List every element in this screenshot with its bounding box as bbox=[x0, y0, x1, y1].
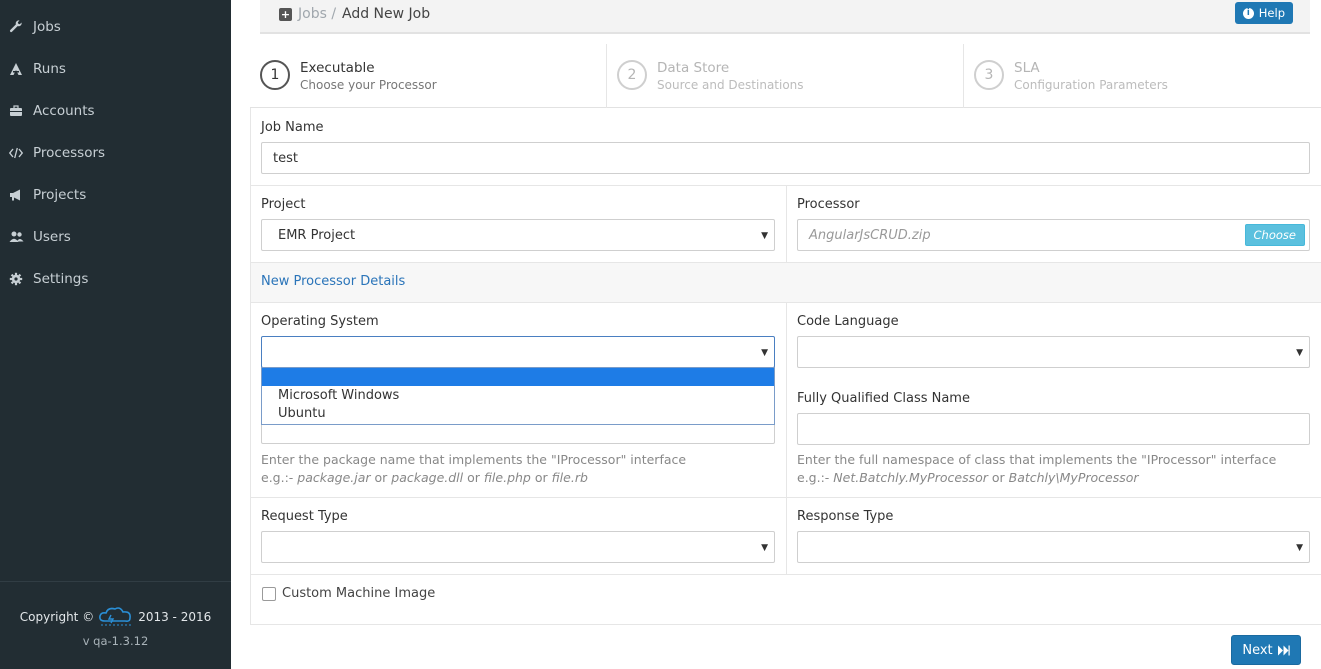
caret-down-icon: ▼ bbox=[1296, 348, 1303, 358]
column-divider bbox=[786, 186, 787, 262]
sidebar-item-label: Accounts bbox=[33, 103, 95, 119]
code-language-label: Code Language bbox=[797, 314, 899, 329]
code-icon bbox=[8, 145, 24, 161]
caret-down-icon: ▼ bbox=[761, 543, 768, 553]
sidebar-item-accounts[interactable]: Accounts bbox=[0, 90, 231, 132]
breadcrumb: + Jobs / Add New Job i Help bbox=[260, 0, 1310, 34]
caret-down-icon: ▼ bbox=[761, 231, 768, 241]
os-option-blank[interactable] bbox=[262, 368, 774, 386]
package-help-line: Enter the package name that implements t… bbox=[261, 452, 687, 467]
new-processor-details-heading[interactable]: New Processor Details bbox=[261, 274, 405, 289]
sidebar-item-label: Processors bbox=[33, 145, 106, 161]
runner-icon bbox=[8, 61, 24, 77]
next-button[interactable]: Next bbox=[1231, 635, 1301, 665]
sidebar: Jobs Runs Accounts Processors Projects U… bbox=[0, 0, 231, 669]
sidebar-item-settings[interactable]: Settings bbox=[0, 258, 231, 300]
row-divider bbox=[250, 574, 1321, 575]
step-title: Data Store bbox=[657, 60, 730, 76]
fqcn-help-line: Enter the full namespace of class that i… bbox=[797, 452, 1277, 467]
job-name-label: Job Name bbox=[261, 120, 324, 135]
cloud-logo-icon bbox=[96, 606, 136, 628]
os-option-windows[interactable]: Microsoft Windows bbox=[262, 387, 774, 405]
wizard-step-data-store[interactable]: 2 Data Store Source and Destinations bbox=[607, 44, 963, 108]
sidebar-item-runs[interactable]: Runs bbox=[0, 48, 231, 90]
next-label: Next bbox=[1242, 642, 1273, 658]
sidebar-item-processors[interactable]: Processors bbox=[0, 132, 231, 174]
step-subtitle: Choose your Processor bbox=[300, 78, 437, 92]
os-dropdown-list: Microsoft Windows Ubuntu bbox=[261, 367, 775, 425]
processor-file-input[interactable]: AngularJsCRUD.zip Choose bbox=[797, 219, 1310, 251]
users-icon bbox=[8, 229, 24, 245]
section-shade bbox=[251, 262, 1321, 302]
fqcn-input[interactable] bbox=[797, 413, 1310, 445]
sidebar-item-label: Settings bbox=[33, 271, 89, 287]
wizard-step-executable[interactable]: 1 Executable Choose your Processor bbox=[250, 44, 606, 108]
choose-label: Choose bbox=[1253, 228, 1296, 242]
copyright-years: 2013 - 2016 bbox=[138, 610, 212, 624]
help-label: Help bbox=[1258, 6, 1285, 20]
step-title: Executable bbox=[300, 60, 375, 76]
package-help-examples: e.g.:- package.jar or package.dll or fil… bbox=[261, 470, 588, 485]
wrench-icon bbox=[8, 19, 24, 35]
project-value: EMR Project bbox=[278, 227, 356, 243]
sidebar-item-projects[interactable]: Projects bbox=[0, 174, 231, 216]
breadcrumb-jobs-link[interactable]: Jobs / bbox=[298, 6, 336, 22]
sidebar-divider bbox=[0, 581, 231, 582]
sidebar-item-jobs[interactable]: Jobs bbox=[0, 6, 231, 48]
request-type-select[interactable]: ▼ bbox=[261, 531, 775, 563]
custom-machine-image-label[interactable]: Custom Machine Image bbox=[282, 586, 435, 601]
job-name-value: test bbox=[273, 150, 298, 166]
column-divider bbox=[786, 303, 787, 574]
custom-machine-image-checkbox[interactable] bbox=[262, 587, 276, 601]
step-number: 2 bbox=[617, 60, 647, 90]
response-type-select[interactable]: ▼ bbox=[797, 531, 1310, 563]
copyright-prefix: Copyright © bbox=[19, 610, 95, 624]
bullhorn-icon bbox=[8, 187, 24, 203]
job-name-input[interactable]: test bbox=[261, 142, 1310, 174]
page-title: Add New Job bbox=[342, 6, 431, 22]
caret-down-icon: ▼ bbox=[761, 348, 768, 358]
processor-label: Processor bbox=[797, 197, 860, 212]
help-button[interactable]: i Help bbox=[1234, 2, 1293, 24]
sidebar-item-label: Projects bbox=[33, 187, 87, 203]
project-select[interactable]: EMR Project ▼ bbox=[261, 219, 775, 251]
step-subtitle: Configuration Parameters bbox=[1014, 78, 1168, 92]
step-number: 3 bbox=[974, 60, 1004, 90]
os-option-ubuntu[interactable]: Ubuntu bbox=[262, 405, 774, 423]
package-help-text: Enter the package name that implements t… bbox=[261, 451, 686, 487]
sidebar-item-users[interactable]: Users bbox=[0, 216, 231, 258]
project-label: Project bbox=[261, 197, 306, 212]
os-label: Operating System bbox=[261, 314, 379, 329]
copyright: Copyright © 2013 - 2016 bbox=[0, 606, 231, 628]
code-language-select[interactable]: ▼ bbox=[797, 336, 1310, 368]
response-type-label: Response Type bbox=[797, 509, 894, 524]
info-icon: i bbox=[1242, 7, 1254, 19]
sidebar-item-label: Jobs bbox=[33, 19, 61, 35]
plus-square-icon: + bbox=[279, 8, 292, 21]
choose-file-button[interactable]: Choose bbox=[1244, 224, 1305, 246]
fqcn-label: Fully Qualified Class Name bbox=[797, 391, 970, 406]
processor-file-value: AngularJsCRUD.zip bbox=[809, 227, 931, 243]
version-label: v qa-1.3.12 bbox=[82, 634, 149, 648]
wizard-step-sla[interactable]: 3 SLA Configuration Parameters bbox=[964, 44, 1320, 108]
double-chevron-right-icon bbox=[1277, 645, 1290, 656]
main-content: + Jobs / Add New Job i Help 1 Executable… bbox=[231, 0, 1321, 669]
briefcase-icon bbox=[8, 103, 24, 119]
os-select[interactable]: ▼ bbox=[261, 336, 775, 368]
sidebar-item-label: Runs bbox=[33, 61, 66, 77]
caret-down-icon: ▼ bbox=[1296, 543, 1303, 553]
step-number: 1 bbox=[260, 60, 290, 90]
step-title: SLA bbox=[1014, 60, 1040, 76]
wizard-steps: 1 Executable Choose your Processor 2 Dat… bbox=[250, 44, 1321, 108]
fqcn-help-examples: e.g.:- Net.Batchly.MyProcessor or Batchl… bbox=[797, 470, 1139, 485]
row-divider bbox=[250, 262, 1321, 263]
gear-icon bbox=[8, 271, 24, 287]
sidebar-item-label: Users bbox=[33, 229, 71, 245]
request-type-label: Request Type bbox=[261, 509, 348, 524]
step-subtitle: Source and Destinations bbox=[657, 78, 804, 92]
fqcn-help-text: Enter the full namespace of class that i… bbox=[797, 451, 1276, 487]
